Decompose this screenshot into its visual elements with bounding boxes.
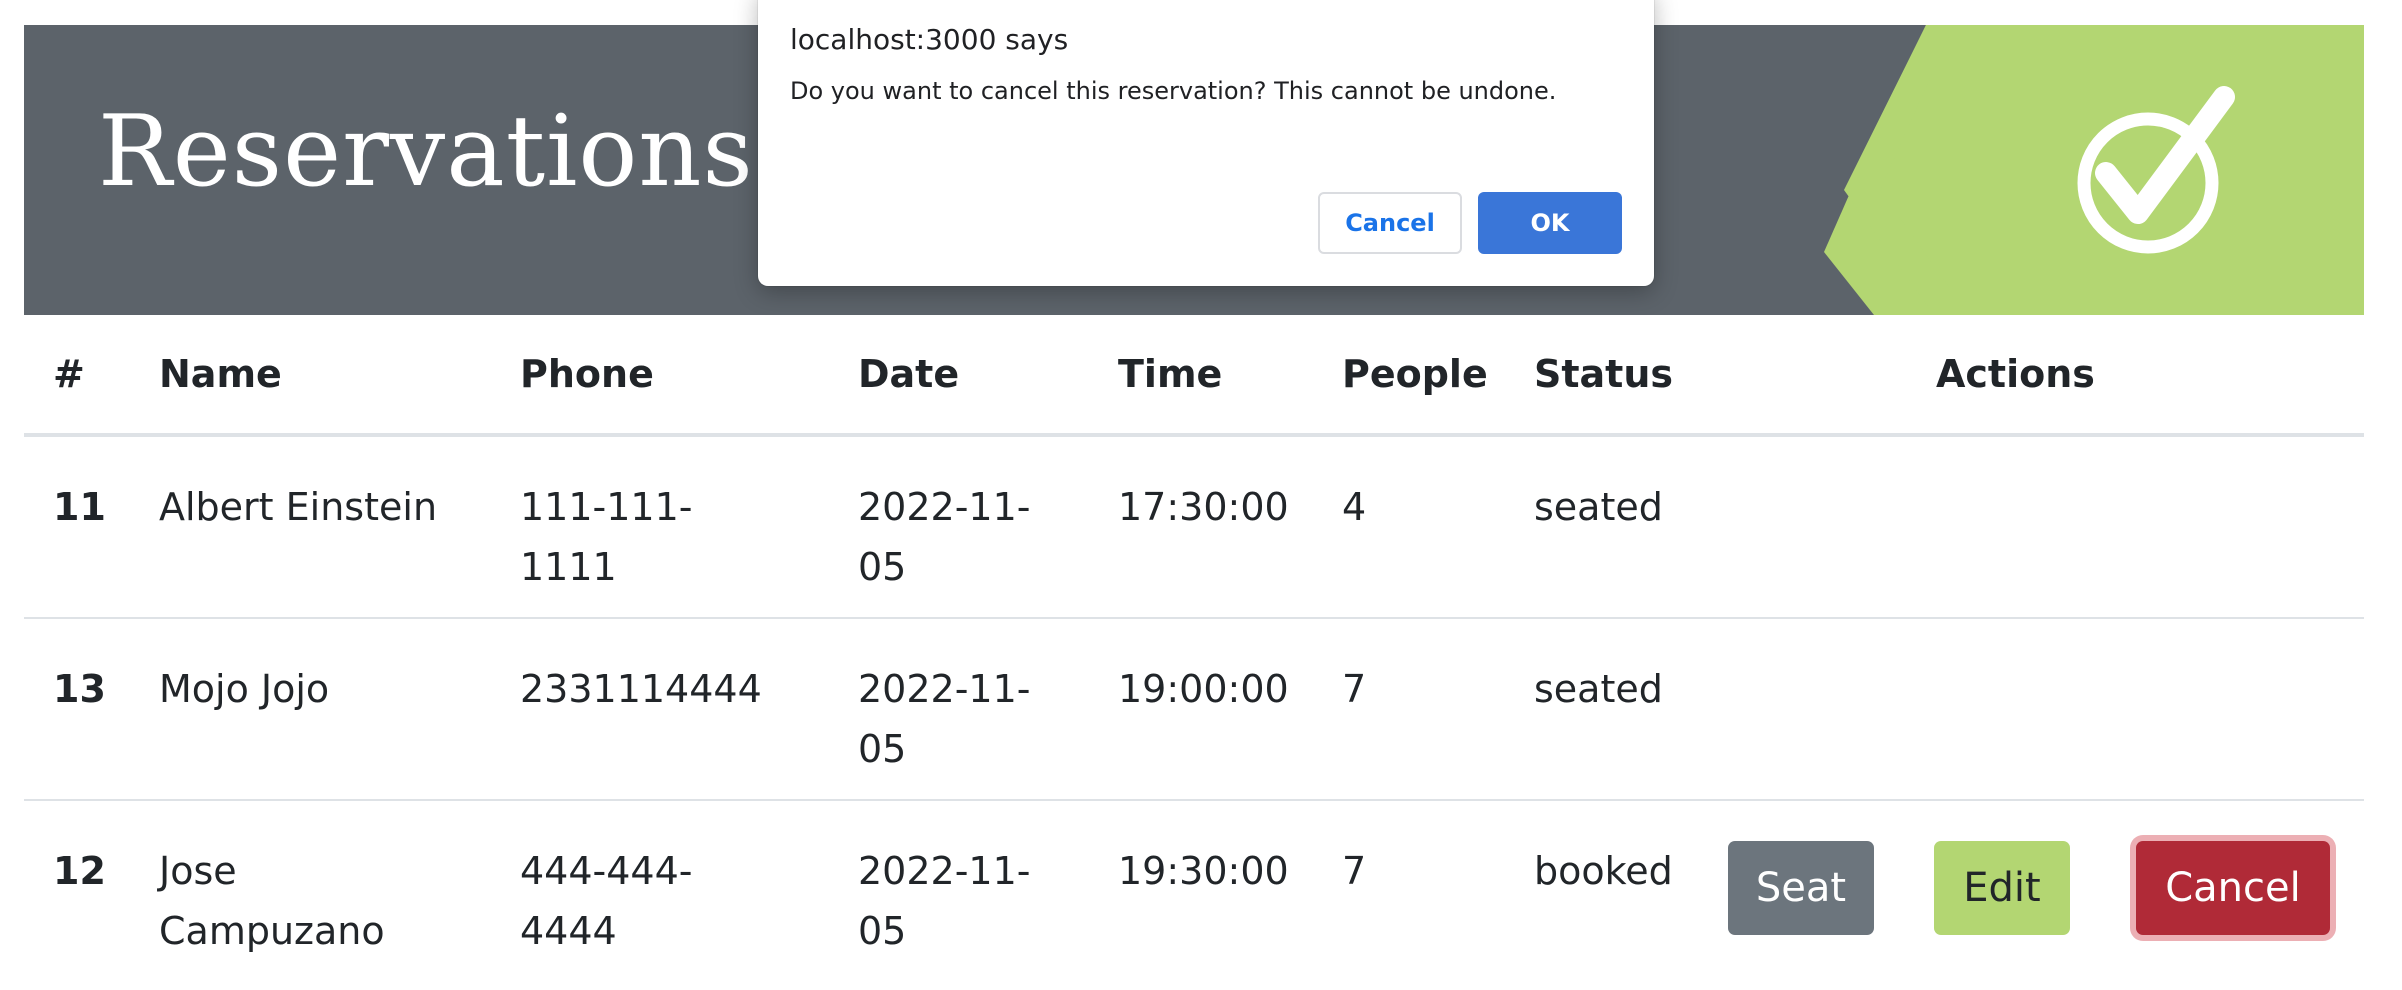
- table-row: 13 Mojo Jojo 2331114444 2022-11-05 19:00…: [24, 619, 2364, 801]
- dialog-ok-button[interactable]: OK: [1478, 192, 1622, 254]
- reservation-status: seated: [1534, 667, 1663, 711]
- header-number: #: [53, 352, 85, 396]
- reservation-id: 11: [53, 485, 106, 529]
- header-people: People: [1342, 352, 1488, 396]
- dialog-title: localhost:3000 says: [790, 23, 1069, 56]
- reservation-status: seated: [1534, 485, 1663, 529]
- reservation-time: 19:00:00: [1118, 667, 1289, 711]
- checkmark-circle-icon: [2077, 86, 2235, 254]
- header-date: Date: [858, 352, 960, 396]
- reservation-people: 7: [1342, 667, 1367, 711]
- table-header-row: # Name Phone Date Time People Status Act…: [24, 315, 2364, 437]
- reservation-date: 2022-11-05: [858, 849, 1031, 953]
- header-time: Time: [1118, 352, 1223, 396]
- reservation-name: Jose Campuzano: [159, 849, 385, 953]
- reservation-date: 2022-11-05: [858, 485, 1031, 589]
- reservations-page: Reservations # Name Phone Date Time Peop…: [0, 0, 2402, 990]
- header-name: Name: [159, 352, 282, 396]
- header-phone: Phone: [520, 352, 654, 396]
- reservation-name: Albert Einstein: [159, 485, 438, 529]
- reservation-status: booked: [1534, 849, 1673, 893]
- page-title: Reservations: [98, 95, 754, 209]
- reservation-id: 12: [53, 849, 106, 893]
- reservation-time: 17:30:00: [1118, 485, 1289, 529]
- table-row: 12 Jose Campuzano 444-444-4444 2022-11-0…: [24, 801, 2364, 990]
- reservation-phone: 444-444-4444: [520, 849, 693, 953]
- confirm-dialog: localhost:3000 says Do you want to cance…: [758, 0, 1654, 286]
- reservation-people: 4: [1342, 485, 1367, 529]
- reservation-phone: 111-111-1111: [520, 485, 693, 589]
- dialog-cancel-button[interactable]: Cancel: [1318, 192, 1462, 254]
- reservation-phone: 2331114444: [520, 667, 762, 711]
- reservation-name: Mojo Jojo: [159, 667, 330, 711]
- header-status: Status: [1534, 352, 1674, 396]
- reservation-time: 19:30:00: [1118, 849, 1289, 893]
- cancel-reservation-button[interactable]: Cancel: [2136, 841, 2330, 935]
- reservation-date: 2022-11-05: [858, 667, 1031, 771]
- reservation-people: 7: [1342, 849, 1367, 893]
- seat-button[interactable]: Seat: [1728, 841, 1874, 935]
- header-actions: Actions: [1936, 352, 2095, 396]
- table-row: 11 Albert Einstein 111-111-1111 2022-11-…: [24, 437, 2364, 619]
- reservation-id: 13: [53, 667, 106, 711]
- edit-button[interactable]: Edit: [1934, 841, 2070, 935]
- dialog-message: Do you want to cancel this reservation? …: [790, 77, 1557, 105]
